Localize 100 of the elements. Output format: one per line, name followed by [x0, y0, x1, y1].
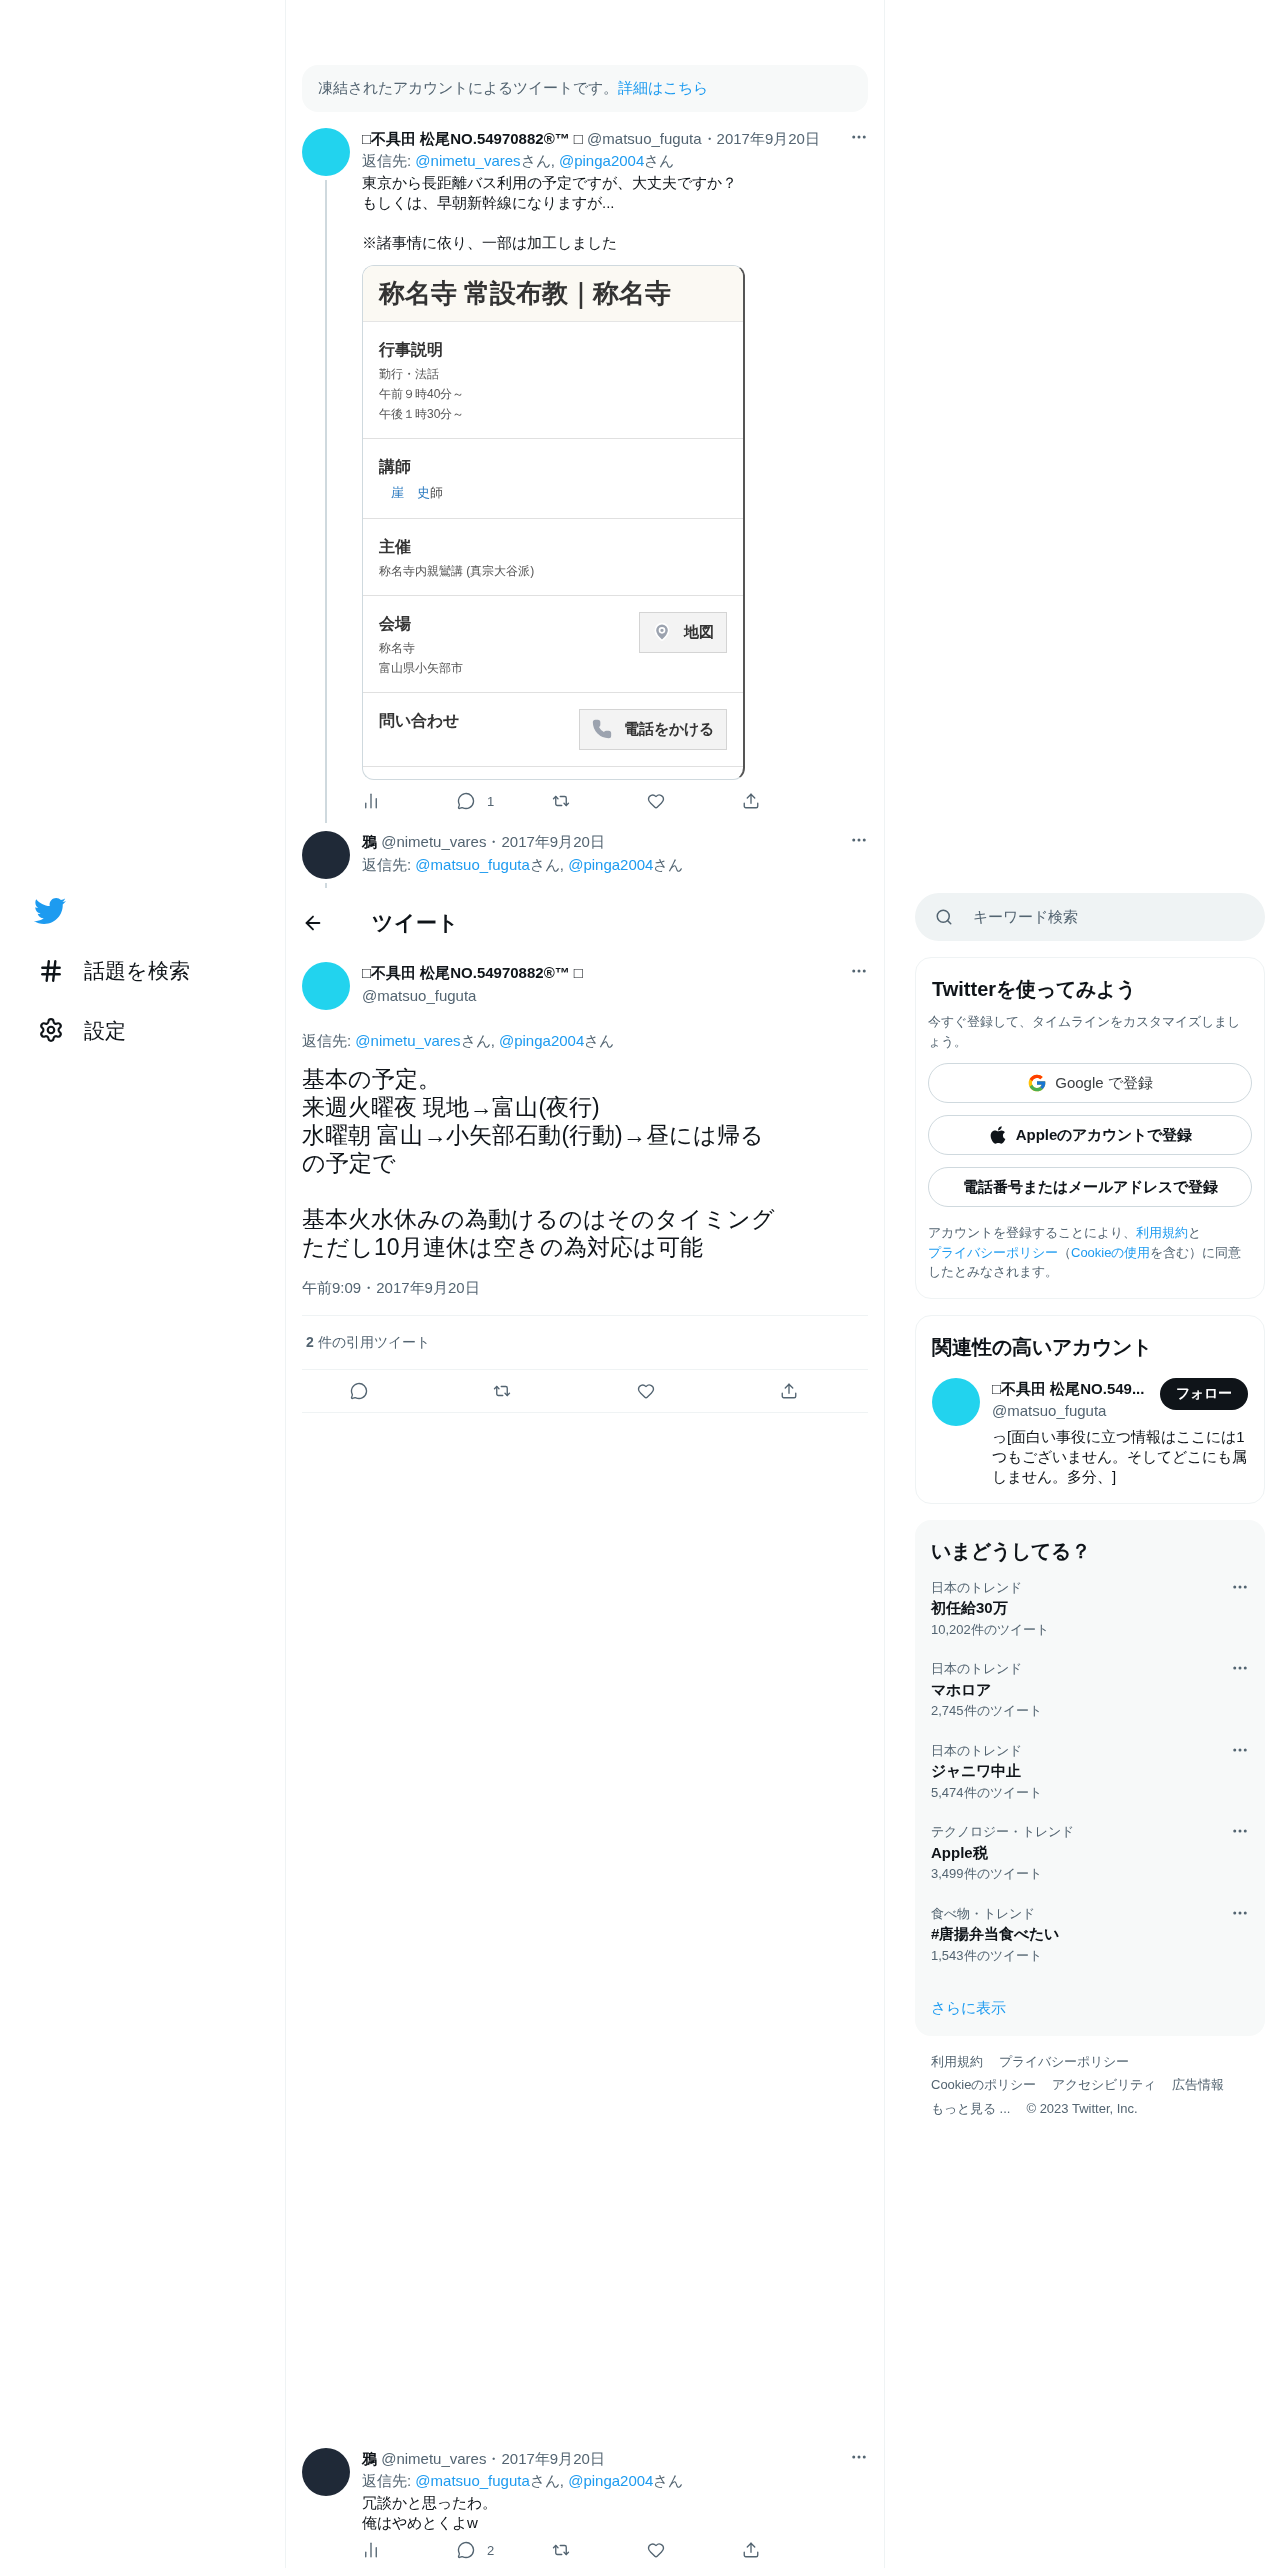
- section-heading: 講師: [379, 456, 412, 477]
- share-icon[interactable]: [742, 2541, 760, 2560]
- twitter-logo[interactable]: [34, 895, 66, 927]
- search-input[interactable]: キーワード検索: [973, 905, 1245, 929]
- trend-count: 10,202件のツイート: [931, 1620, 1049, 1639]
- section-heading: 主催: [379, 537, 412, 557]
- footer-link[interactable]: プライバシーポリシー: [999, 2051, 1129, 2071]
- views-icon[interactable]: [362, 2541, 380, 2560]
- trend-name: Apple税: [931, 1842, 989, 1863]
- like-icon[interactable]: [647, 2541, 665, 2560]
- trend-item[interactable]: 食べ物・トレンド #唐揚弁当食べたい 1,543件のツイート: [931, 1903, 1249, 1965]
- page-title: ツイート: [372, 909, 459, 936]
- footer-link[interactable]: © 2023 Twitter, Inc.: [1026, 2098, 1138, 2118]
- footer-link[interactable]: 広告情報: [1172, 2075, 1225, 2095]
- google-icon: [1027, 1073, 1048, 1093]
- settings-icon: [38, 1017, 64, 1044]
- trend-category: 日本のトレンド: [931, 1578, 1023, 1597]
- trend-category: 食べ物・トレンド: [931, 1904, 1036, 1923]
- section-text: 称名寺内親鸞講 (真宗大谷派): [379, 563, 535, 579]
- footer-link[interactable]: もっと見る ...: [931, 2098, 1011, 2118]
- nav-item[interactable]: 設定: [34, 1014, 285, 1046]
- action-count: 1: [487, 792, 495, 811]
- section-text: 称名寺: [379, 640, 416, 656]
- trend-name: 初任給30万: [931, 1598, 1009, 1618]
- tweet-text: 東京から長距離バス利用の予定ですが、大丈夫ですか？: [362, 172, 738, 193]
- section-text: 富山県小矢部市: [379, 660, 463, 676]
- phone-icon: [592, 719, 612, 740]
- user-handle: @matsuo_fuguta: [992, 1401, 1108, 1421]
- user-bio: っ[面白い事役に立つ情報はここには1つもございません。そしてどこにも属しません。多分、]: [992, 1426, 1248, 1487]
- like-icon[interactable]: [647, 792, 665, 811]
- reply-icon[interactable]: [457, 792, 475, 811]
- lecturer-text: 崖 史師: [390, 483, 443, 502]
- section-text: 午前９時40分～: [379, 385, 465, 402]
- share-icon[interactable]: [742, 792, 760, 811]
- tweet-date: ・2017年9月20日: [486, 2449, 605, 2467]
- pin-icon: [652, 622, 672, 643]
- reply-icon[interactable]: [350, 1382, 368, 1400]
- section-heading: 行事説明: [379, 339, 444, 360]
- reply-line: 返信先: @nimetu_varesさん, @pinga2004さん: [362, 151, 676, 171]
- trend-name: マホロア: [931, 1679, 992, 1700]
- tweet-time: 午前9:09・2017年9月20日: [302, 1277, 481, 1298]
- user-handle: @matsuo_fuguta: [362, 985, 478, 1006]
- trend-count: 3,499件のツイート: [931, 1865, 1043, 1883]
- trend-category: 日本のトレンド: [931, 1660, 1023, 1678]
- reply-line: 返信先: @matsuo_fugutaさん, @pinga2004さん: [362, 2471, 685, 2491]
- card-heading: いまどうしてる？: [931, 1538, 1092, 1564]
- trend-item[interactable]: 日本のトレンド マホロア 2,745件のツイート: [931, 1659, 1249, 1721]
- follow-button[interactable]: フォロー: [1160, 1377, 1248, 1410]
- action-count: 2: [487, 2541, 495, 2560]
- section-heading: 問い合わせ: [379, 711, 459, 731]
- user-name[interactable]: □不具田 松尾NO.54970882®™ □: [362, 129, 583, 147]
- card-title: 称名寺 常設布教｜称名寺: [379, 276, 673, 311]
- tweet-text: 基本の予定。: [302, 1064, 442, 1093]
- card-button[interactable]: 電話をかける: [579, 709, 727, 750]
- section-text: 午後１時30分～: [379, 405, 465, 422]
- hashtag-icon: [38, 957, 64, 984]
- tweet-text: ただし10月連休は空きの為対応は可能: [302, 1232, 704, 1261]
- lecturer-link[interactable]: 崖 史: [391, 484, 430, 500]
- user-handle: @matsuo_fuguta: [587, 129, 702, 147]
- reply-line: 返信先: @nimetu_varesさん, @pinga2004さん: [302, 1031, 616, 1051]
- quote-count[interactable]: 2 件の引用ツイート: [302, 1332, 868, 1353]
- nav-item[interactable]: 話題を検索: [34, 955, 285, 987]
- trend-item[interactable]: 日本のトレンド ジャニワ中止 5,474件のツイート: [931, 1740, 1249, 1802]
- search-field[interactable]: キーワード検索: [915, 893, 1265, 941]
- tweet-text: 冗談かと思ったわ。: [362, 2492, 498, 2513]
- user-name[interactable]: 鴉: [362, 2449, 377, 2467]
- share-icon[interactable]: [780, 1382, 798, 1400]
- trend-count: 5,474件のツイート: [931, 1783, 1042, 1802]
- tweet-text: ※諸事情に依り、一部は加工しました: [362, 232, 618, 253]
- section-heading: 会場: [379, 614, 412, 634]
- trend-count: 2,745件のツイート: [931, 1702, 1042, 1720]
- reply-line: 返信先: @matsuo_fugutaさん, @pinga2004さん: [362, 854, 685, 875]
- tweet-date: ・2017年9月20日: [701, 129, 820, 147]
- user-name[interactable]: 鴉: [362, 833, 377, 850]
- footer-link[interactable]: 利用規約: [931, 2051, 983, 2071]
- user-handle: @nimetu_vares: [381, 2449, 487, 2467]
- tweet-date: ・2017年9月20日: [486, 833, 605, 850]
- legal-text: アカウントを登録することにより、利用規約 と プライバシーポリシー（Cookieの使用を含む）に同意したとみなされます。: [928, 1224, 1243, 1281]
- like-icon[interactable]: [636, 1382, 655, 1400]
- footer-link[interactable]: アクセシビリティ: [1052, 2075, 1157, 2095]
- notice-banner: 凍結されたアカウントによるツイートです。詳細はこちら: [302, 65, 868, 112]
- card-heading: Twitterを使ってみよう: [931, 977, 1138, 1002]
- tweet-text: の予定で: [302, 1148, 397, 1177]
- tweet-text: 基本火水休みの為動けるのはそのタイミング: [302, 1204, 776, 1233]
- user-name[interactable]: □不具田 松尾NO.549...: [992, 1377, 1145, 1400]
- trend-category: 日本のトレンド: [931, 1741, 1023, 1760]
- card-button[interactable]: 地図: [639, 612, 727, 653]
- trend-item[interactable]: テクノロジー・トレンド Apple税 3,499件のツイート: [931, 1822, 1249, 1884]
- section-text: 勤行・法話: [379, 365, 440, 382]
- user-name[interactable]: □不具田 松尾NO.54970882®™ □: [362, 962, 838, 985]
- avatar[interactable]: [302, 2447, 350, 2496]
- avatar[interactable]: [302, 831, 350, 879]
- trend-count: 1,543件のツイート: [931, 1946, 1043, 1965]
- signup-subtitle: 今すぐ登録して、タイムラインをカスタマイズしましょう。: [928, 1013, 1241, 1051]
- footer-link[interactable]: Cookieのポリシー: [931, 2075, 1037, 2095]
- tweet-text: 来週火曜夜 現地→富山(夜行): [302, 1092, 601, 1121]
- trend-item[interactable]: 日本のトレンド 初任給30万 10,202件のツイート: [931, 1577, 1249, 1639]
- reply-icon[interactable]: [457, 2541, 475, 2560]
- views-icon[interactable]: [362, 792, 380, 811]
- search-icon: [935, 908, 953, 926]
